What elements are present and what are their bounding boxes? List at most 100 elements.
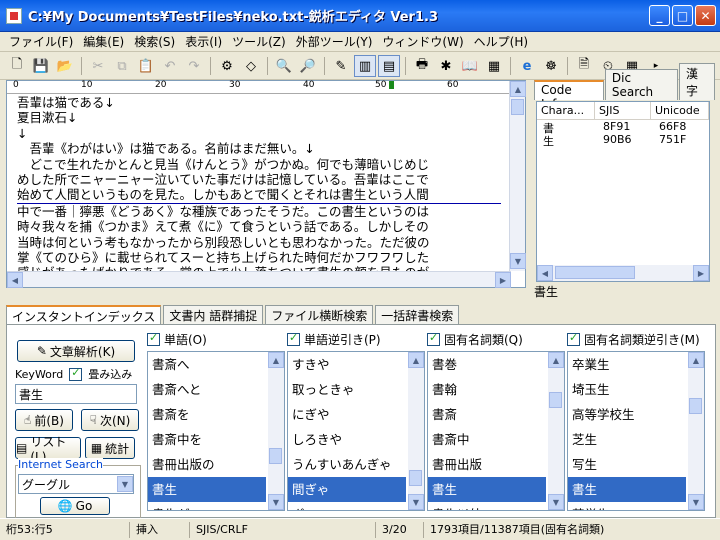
list-item[interactable]: 写生	[568, 452, 686, 477]
print-icon[interactable]: 🖶	[411, 55, 433, 77]
list-item[interactable]: 書斎へと	[148, 377, 266, 402]
web-search-icon[interactable]: ☸	[540, 55, 562, 77]
proper-noun-checkbox[interactable]	[427, 331, 440, 346]
split-view-icon[interactable]: ▤	[378, 55, 400, 77]
keyword-input[interactable]: 書生	[15, 384, 137, 404]
analyze-text-button[interactable]: ✎ 文章解析(K)	[17, 340, 135, 362]
list-item[interactable]: 書翰	[428, 377, 546, 402]
list-item[interactable]: 芝生	[568, 427, 686, 452]
redo-icon[interactable]: ↷	[183, 55, 205, 77]
list-item[interactable]: ぎゃ	[288, 502, 406, 510]
replace-icon[interactable]: ⚙	[216, 55, 238, 77]
table-row[interactable]: 生 90B6 751F	[537, 133, 709, 148]
column-header-sjis[interactable]: SJIS	[595, 102, 651, 119]
list-item[interactable]: 書斎を	[148, 402, 266, 427]
save-icon[interactable]: 💾	[30, 55, 52, 77]
word-reverse-list[interactable]: すきや 取っときゃ にぎや しろきや うんすいあんぎゃ 間ぎゃ ぎゃ ▲▼	[287, 351, 425, 511]
proper-noun-reverse-list[interactable]: 卒業生 埼玉生 高等学校生 芝生 写生 書生 苦学生 ▲▼	[567, 351, 705, 511]
list-item[interactable]: 書巻	[428, 352, 546, 377]
fold-checkbox[interactable]	[69, 366, 83, 381]
list-item[interactable]: 書斎中を	[148, 427, 266, 452]
column-header-unicode[interactable]: Unicode	[651, 102, 709, 119]
undo-icon[interactable]: ↶	[159, 55, 181, 77]
list-scrollbar[interactable]: ▲ ▼	[268, 352, 284, 510]
list-item[interactable]: 卒業生	[568, 352, 686, 377]
menu-window[interactable]: ウィンドウ(W)	[377, 33, 468, 50]
menu-external-tools[interactable]: 外部ツール(Y)	[291, 33, 378, 50]
scroll-right-icon[interactable]: ▶	[693, 265, 709, 281]
list-item[interactable]: 取っときゃ	[288, 377, 406, 402]
open-folder-icon[interactable]: 📂	[54, 55, 76, 77]
word-reverse-checkbox[interactable]	[287, 331, 300, 346]
menu-search[interactable]: 検索(S)	[129, 33, 180, 50]
scroll-up-icon[interactable]: ▲	[510, 81, 526, 97]
list-item-selected[interactable]: 書生	[148, 477, 266, 502]
menu-edit[interactable]: 編集(E)	[78, 33, 129, 50]
list-item[interactable]: 埼玉生	[568, 377, 686, 402]
tab-file-cross-search[interactable]: ファイル横断検索	[265, 305, 374, 325]
prev-button[interactable]: ☝ 前(B)	[15, 409, 73, 431]
menu-help[interactable]: ヘルプ(H)	[469, 33, 533, 50]
next-button[interactable]: ☟ 次(N)	[81, 409, 139, 431]
list-item[interactable]: 書生が	[148, 502, 266, 510]
list-item-selected[interactable]: 間ぎゃ	[288, 477, 406, 502]
close-button[interactable]: ✕	[695, 5, 716, 26]
scroll-left-icon[interactable]: ◀	[537, 265, 553, 281]
info-horizontal-scrollbar[interactable]: ◀ ▶	[537, 265, 709, 281]
menu-view[interactable]: 表示(I)	[180, 33, 227, 50]
list-item[interactable]: 高等学校生	[568, 402, 686, 427]
list-item[interactable]: うんすいあんぎゃ	[288, 452, 406, 477]
table-icon[interactable]: ▦	[483, 55, 505, 77]
scroll-down-icon[interactable]: ▼	[688, 494, 704, 510]
go-button[interactable]: 🌐 Go	[40, 497, 110, 515]
list-scrollbar[interactable]: ▲ ▼	[688, 352, 704, 510]
editor-horizontal-scrollbar[interactable]: ◀ ▶	[7, 271, 511, 288]
scroll-down-icon[interactable]: ▼	[268, 494, 284, 510]
list-item[interactable]: 書斎へ	[148, 352, 266, 377]
zoom-in-icon[interactable]: 🔍	[273, 55, 295, 77]
text-editor[interactable]: 0 10 20 30 40 50 60 吾輩は猫である↓ 夏目漱石↓ ↓ 吾輩《…	[6, 80, 526, 288]
maximize-button[interactable]: □	[672, 5, 693, 26]
list-item[interactable]: しろきや	[288, 427, 406, 452]
tab-kanji[interactable]: 漢字	[678, 63, 715, 100]
network-icon[interactable]: ✱	[435, 55, 457, 77]
dictionary-icon[interactable]: 📖	[459, 55, 481, 77]
tab-dic-search[interactable]: Dic Search	[604, 69, 678, 100]
analyze-icon[interactable]: ✎	[330, 55, 352, 77]
list-item[interactable]: 書冊出版の	[148, 452, 266, 477]
menu-file[interactable]: ファイル(F)	[4, 33, 78, 50]
table-row[interactable]: 書 8F91 66F8	[537, 120, 709, 135]
column-header-char[interactable]: Chara...	[537, 102, 595, 119]
list-item[interactable]: にぎや	[288, 402, 406, 427]
scroll-up-icon[interactable]: ▲	[688, 352, 704, 368]
eraser-icon[interactable]: ◇	[240, 55, 262, 77]
chevron-down-icon[interactable]: ▼	[117, 476, 133, 492]
list-item[interactable]: 書冊出版	[428, 452, 546, 477]
panel-toggle-icon[interactable]: ▥	[354, 55, 376, 77]
proper-noun-list[interactable]: 書巻 書翰 書斎 書斎中 書冊出版 書生 書生以外 ▲▼	[427, 351, 565, 511]
scroll-down-icon[interactable]: ▼	[408, 494, 424, 510]
list-item[interactable]: 書斎中	[428, 427, 546, 452]
menu-tools[interactable]: ツール(Z)	[227, 33, 291, 50]
scroll-up-icon[interactable]: ▲	[268, 352, 284, 368]
scroll-down-icon[interactable]: ▼	[510, 253, 526, 269]
list-item-selected[interactable]: 書生	[428, 477, 546, 502]
paste-icon[interactable]: 📋	[135, 55, 157, 77]
list-item-selected[interactable]: 書生	[568, 477, 686, 502]
stats-button[interactable]: ▦ 統計	[85, 437, 135, 459]
zoom-out-icon[interactable]: 🔎	[297, 55, 319, 77]
document-icon[interactable]: 🗎	[573, 55, 595, 77]
cut-icon[interactable]: ✂	[87, 55, 109, 77]
tab-batch-dictionary-search[interactable]: 一括辞書検索	[375, 305, 460, 325]
tab-document-group-capture[interactable]: 文書内 語群捕捉	[163, 305, 264, 325]
tab-code-info[interactable]: Code Info.	[534, 80, 604, 111]
list-item[interactable]: すきや	[288, 352, 406, 377]
search-engine-select[interactable]: グーグル ▼	[18, 474, 134, 494]
list-scrollbar[interactable]: ▲ ▼	[408, 352, 424, 510]
word-checkbox[interactable]	[147, 331, 160, 346]
new-file-icon[interactable]: 🗋	[6, 55, 28, 77]
list-item[interactable]: 苦学生	[568, 502, 686, 510]
scroll-down-icon[interactable]: ▼	[548, 494, 564, 510]
word-list[interactable]: 書斎へ 書斎へと 書斎を 書斎中を 書冊出版の 書生 書生が ▲▼	[147, 351, 285, 511]
editor-vertical-scrollbar[interactable]: ▲ ▼	[509, 81, 526, 271]
